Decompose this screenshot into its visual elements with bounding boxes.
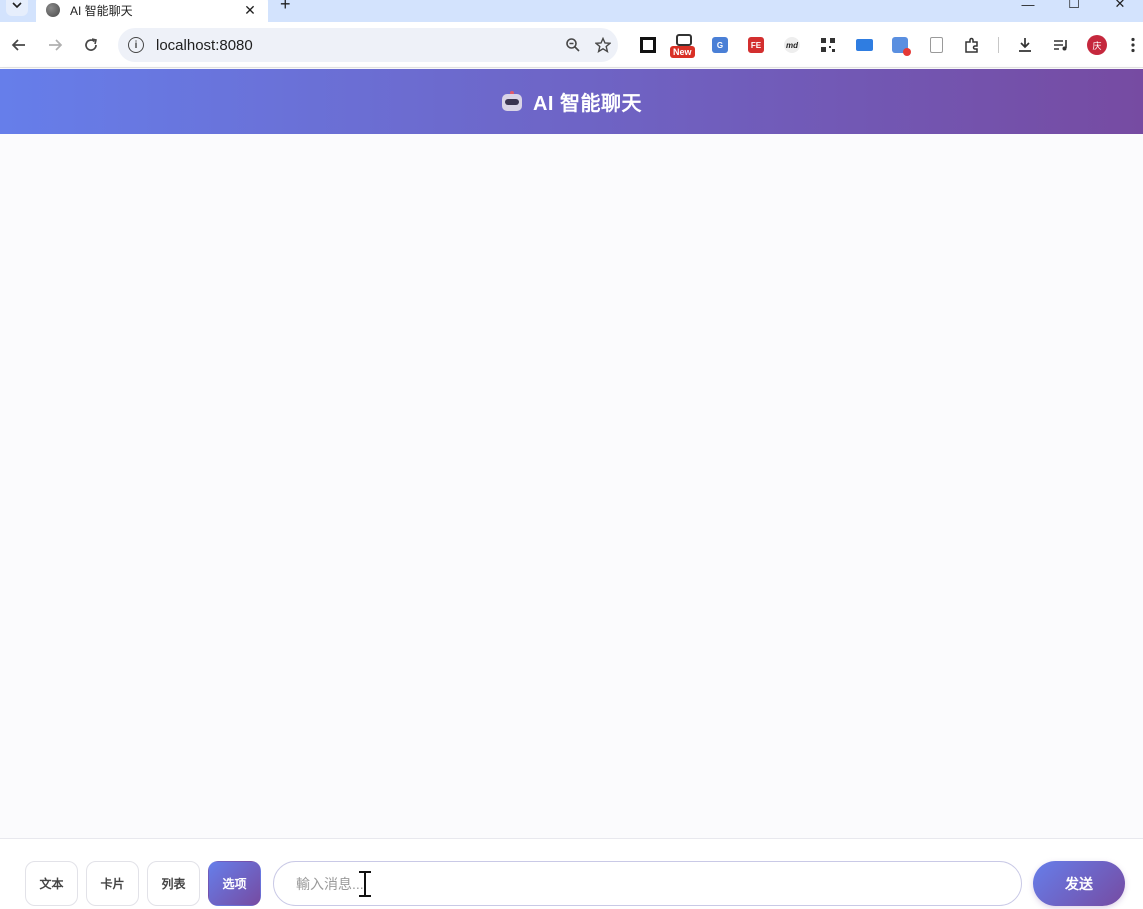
media-control-icon[interactable] xyxy=(1043,32,1079,58)
profile-avatar[interactable]: 庆 xyxy=(1079,32,1115,58)
qr-code-extension-icon[interactable] xyxy=(810,32,846,58)
site-info-icon[interactable]: i xyxy=(128,37,144,53)
extensions-puzzle-icon[interactable] xyxy=(954,32,990,58)
text-cursor-icon xyxy=(359,871,371,897)
browser-tab-strip: AI 智能聊天 ✕ + — ☐ ✕ xyxy=(0,0,1143,22)
new-badge: New xyxy=(670,46,695,58)
message-input[interactable] xyxy=(273,861,1022,906)
translate-extension-icon[interactable]: G xyxy=(702,32,738,58)
app-title: AI 智能聊天 xyxy=(532,93,643,115)
url-text[interactable]: localhost:8080 xyxy=(156,37,558,54)
input-bar: 文本 卡片 列表 选项 发送 xyxy=(0,838,1143,909)
tab-title: AI 智能聊天 xyxy=(70,3,133,18)
back-button[interactable] xyxy=(6,32,32,58)
address-bar[interactable]: i localhost:8080 xyxy=(118,28,618,62)
bookmark-star-icon[interactable] xyxy=(588,30,618,60)
window-controls: — ☐ ✕ xyxy=(1005,0,1143,14)
app-header: AI 智能聊天 xyxy=(0,69,1143,134)
new-tab-button[interactable]: + xyxy=(280,0,291,15)
new-badge-extension-icon[interactable]: New xyxy=(666,32,702,58)
forward-button[interactable] xyxy=(42,32,68,58)
translate-alt-extension-icon[interactable] xyxy=(882,32,918,58)
close-window-button[interactable]: ✕ xyxy=(1097,0,1143,14)
type-text-button[interactable]: 文本 xyxy=(25,861,78,906)
minimize-button[interactable]: — xyxy=(1005,0,1051,14)
page-extension-icon[interactable] xyxy=(918,32,954,58)
tab-close-icon[interactable]: ✕ xyxy=(242,2,258,19)
card-extension-icon[interactable] xyxy=(846,32,882,58)
globe-icon xyxy=(46,3,60,17)
forward-arrow-icon xyxy=(49,39,63,51)
robot-icon xyxy=(501,90,523,113)
reload-button[interactable] xyxy=(78,32,104,58)
chat-messages-area[interactable] xyxy=(0,134,1143,838)
zoom-icon[interactable] xyxy=(558,30,588,60)
type-options-button[interactable]: 选项 xyxy=(208,861,261,906)
type-list-button[interactable]: 列表 xyxy=(147,861,200,906)
fe-extension-icon[interactable]: FE xyxy=(738,32,774,58)
browser-tab[interactable]: AI 智能聊天 ✕ xyxy=(36,0,268,22)
extensions-area: New G FE md 庆 xyxy=(630,32,1143,58)
qr-frame-extension-icon[interactable] xyxy=(630,32,666,58)
maximize-button[interactable]: ☐ xyxy=(1051,0,1097,14)
tab-search-chevron-icon[interactable] xyxy=(6,0,28,16)
download-icon[interactable] xyxy=(1007,32,1043,58)
send-button[interactable]: 发送 xyxy=(1033,861,1125,906)
markdown-extension-icon[interactable]: md xyxy=(774,32,810,58)
more-menu-icon[interactable] xyxy=(1115,32,1143,58)
back-arrow-icon xyxy=(11,39,25,51)
toolbar-separator xyxy=(998,37,999,53)
reload-icon xyxy=(85,38,97,51)
type-card-button[interactable]: 卡片 xyxy=(86,861,139,906)
browser-toolbar: i localhost:8080 New G FE md 庆 xyxy=(0,22,1143,68)
